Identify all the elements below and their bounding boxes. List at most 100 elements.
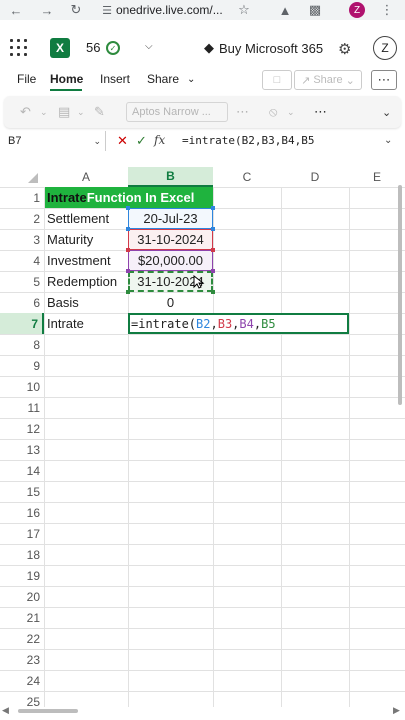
browser-toolbar: ← → ↻ ☰ onedrive.live.com/... ☆ ▲ ▩ Z ⋮ bbox=[0, 0, 405, 20]
cell-b3[interactable]: 31-10-2024 bbox=[128, 229, 213, 250]
active-tab-indicator bbox=[50, 89, 82, 91]
file-menu-chevron-down-icon[interactable]: ⌵ bbox=[145, 41, 153, 52]
row-header-23[interactable]: 23 bbox=[0, 649, 44, 670]
tab-share[interactable]: Share bbox=[147, 72, 179, 86]
mouse-pointer-icon bbox=[193, 275, 205, 289]
horizontal-scrollbar[interactable] bbox=[18, 709, 78, 713]
row-header-4[interactable]: 4 bbox=[0, 250, 44, 271]
font-family-select[interactable]: Aptos Narrow ... bbox=[126, 102, 228, 122]
edit-ref-b4: B4 bbox=[239, 316, 254, 331]
row-header-18[interactable]: 18 bbox=[0, 544, 44, 565]
site-info-icon[interactable]: ☰ bbox=[98, 4, 116, 17]
row-header-14[interactable]: 14 bbox=[0, 460, 44, 481]
bookmark-star-icon[interactable]: ☆ bbox=[234, 0, 254, 20]
name-box-chevron-down-icon[interactable]: ⌄ bbox=[93, 136, 101, 147]
tab-file[interactable]: File bbox=[17, 72, 36, 86]
scroll-left-arrow-icon[interactable]: ◀ bbox=[2, 705, 9, 716]
edit-comma: , bbox=[210, 316, 218, 331]
tab-home[interactable]: Home bbox=[50, 72, 83, 86]
undo-chevron-down-icon[interactable]: ⌄ bbox=[40, 107, 48, 118]
puzzle-icon[interactable]: ▩ bbox=[305, 0, 325, 20]
column-header-b[interactable]: B bbox=[128, 167, 213, 187]
vertical-scrollbar[interactable] bbox=[398, 185, 402, 405]
scroll-right-arrow-icon[interactable]: ▶ bbox=[393, 705, 400, 716]
row-header-11[interactable]: 11 bbox=[0, 397, 44, 418]
column-header-e[interactable]: E bbox=[349, 167, 405, 187]
row-header-22[interactable]: 22 bbox=[0, 628, 44, 649]
row-header-24[interactable]: 24 bbox=[0, 670, 44, 691]
row-header-8[interactable]: 8 bbox=[0, 334, 44, 355]
row-header-16[interactable]: 16 bbox=[0, 502, 44, 523]
back-arrow-icon[interactable]: ← bbox=[6, 0, 26, 20]
row-header-15[interactable]: 15 bbox=[0, 481, 44, 502]
row-header-19[interactable]: 19 bbox=[0, 565, 44, 586]
app-launcher-icon[interactable] bbox=[10, 39, 28, 57]
enter-check-icon[interactable]: ✓ bbox=[136, 133, 147, 149]
comment-icon: □ bbox=[273, 74, 281, 86]
paste-chevron-down-icon[interactable]: ⌄ bbox=[77, 107, 85, 118]
buy-microsoft-365-label: Buy Microsoft 365 bbox=[219, 40, 324, 56]
row-header-3[interactable]: 3 bbox=[0, 229, 44, 250]
cancel-icon[interactable]: ✕ bbox=[117, 133, 128, 149]
cell-a5[interactable]: Redemption bbox=[44, 271, 128, 292]
share-button[interactable]: ↗ Share ⌄ bbox=[294, 70, 362, 90]
cell-b4[interactable]: $20,000.00 bbox=[128, 250, 213, 271]
cell-a6[interactable]: Basis bbox=[44, 292, 128, 313]
title-cell-a1[interactable]: Intrate Function In Excel bbox=[45, 187, 213, 208]
account-avatar[interactable]: Z bbox=[373, 36, 397, 60]
row-header-6[interactable]: 6 bbox=[0, 292, 44, 313]
column-header-c[interactable]: C bbox=[213, 167, 281, 187]
browser-profile-avatar[interactable]: Z bbox=[349, 2, 365, 18]
cell-b7-editor[interactable]: =intrate(B2, B3, B4, B5 bbox=[128, 313, 349, 334]
select-all-corner[interactable] bbox=[0, 167, 44, 187]
clear-format-icon[interactable]: ⦸ bbox=[269, 104, 277, 120]
expand-ribbon-chevron-down-icon[interactable]: ⌄ bbox=[382, 106, 391, 119]
share-icon: ↗ bbox=[301, 74, 311, 87]
cell-b6[interactable]: 0 bbox=[128, 292, 213, 313]
buy-microsoft-365-button[interactable]: ◆ Buy Microsoft 365 bbox=[204, 39, 323, 57]
insert-function-icon[interactable]: fx bbox=[154, 133, 165, 147]
extension-icon[interactable]: ▲ bbox=[275, 0, 295, 20]
row-header-21[interactable]: 21 bbox=[0, 607, 44, 628]
name-box[interactable]: B7 ⌄ bbox=[4, 131, 106, 151]
cell-a3[interactable]: Maturity bbox=[44, 229, 128, 250]
tab-insert[interactable]: Insert bbox=[100, 72, 130, 86]
diamond-icon: ◆ bbox=[204, 40, 214, 55]
row-header-12[interactable]: 12 bbox=[0, 418, 44, 439]
expand-formula-chevron-down-icon[interactable]: ⌄ bbox=[384, 135, 392, 146]
row-header-9[interactable]: 9 bbox=[0, 355, 44, 376]
browser-menu-icon[interactable]: ⋮ bbox=[377, 0, 397, 20]
row-header-10[interactable]: 10 bbox=[0, 376, 44, 397]
cell-a7[interactable]: Intrate bbox=[44, 313, 128, 334]
column-header-a[interactable]: A bbox=[44, 167, 128, 187]
undo-icon[interactable]: ↶ bbox=[20, 104, 31, 120]
cell-a4[interactable]: Investment bbox=[44, 250, 128, 271]
ribbon-tabs: File Home Insert Share ⌄ □ ↗ Share ⌄ ⋯ bbox=[0, 68, 405, 92]
row-header-7[interactable]: 7 bbox=[0, 313, 44, 334]
more-tabs-chevron-down-icon[interactable]: ⌄ bbox=[187, 74, 195, 85]
format-painter-icon[interactable]: ✎ bbox=[94, 104, 105, 120]
edit-comma: , bbox=[253, 316, 262, 331]
spreadsheet-grid[interactable]: A B C D E 1 2 3 4 5 6 7 8 9 10 11 12 13 14 15 16 17 18 19 2… bbox=[0, 167, 405, 709]
row-header-13[interactable]: 13 bbox=[0, 439, 44, 460]
cell-b2[interactable]: 20-Jul-23 bbox=[128, 208, 213, 229]
row-header-2[interactable]: 2 bbox=[0, 208, 44, 229]
forward-arrow-icon[interactable]: → bbox=[37, 0, 57, 20]
name-box-value: B7 bbox=[8, 135, 22, 147]
row-header-5[interactable]: 5 bbox=[0, 271, 44, 292]
toolbar-overflow-icon[interactable]: ⋯ bbox=[236, 104, 249, 120]
paste-icon[interactable]: ▤ bbox=[58, 104, 70, 120]
reload-icon[interactable]: ↻ bbox=[66, 0, 86, 20]
toolbar-more-icon[interactable]: ⋯ bbox=[314, 104, 327, 120]
more-options-button[interactable]: ⋯ bbox=[371, 70, 397, 90]
formula-input[interactable]: =intrate(B2,B3,B4,B5 bbox=[182, 134, 314, 147]
row-header-17[interactable]: 17 bbox=[0, 523, 44, 544]
file-name[interactable]: 56 bbox=[86, 40, 100, 55]
gear-icon[interactable]: ⚙ bbox=[338, 40, 351, 58]
clear-format-chevron-down-icon[interactable]: ⌄ bbox=[287, 107, 295, 118]
column-header-d[interactable]: D bbox=[281, 167, 349, 187]
comments-button[interactable]: □ bbox=[262, 70, 292, 90]
cell-a2[interactable]: Settlement bbox=[44, 208, 128, 229]
row-header-20[interactable]: 20 bbox=[0, 586, 44, 607]
row-header-1[interactable]: 1 bbox=[0, 187, 44, 208]
